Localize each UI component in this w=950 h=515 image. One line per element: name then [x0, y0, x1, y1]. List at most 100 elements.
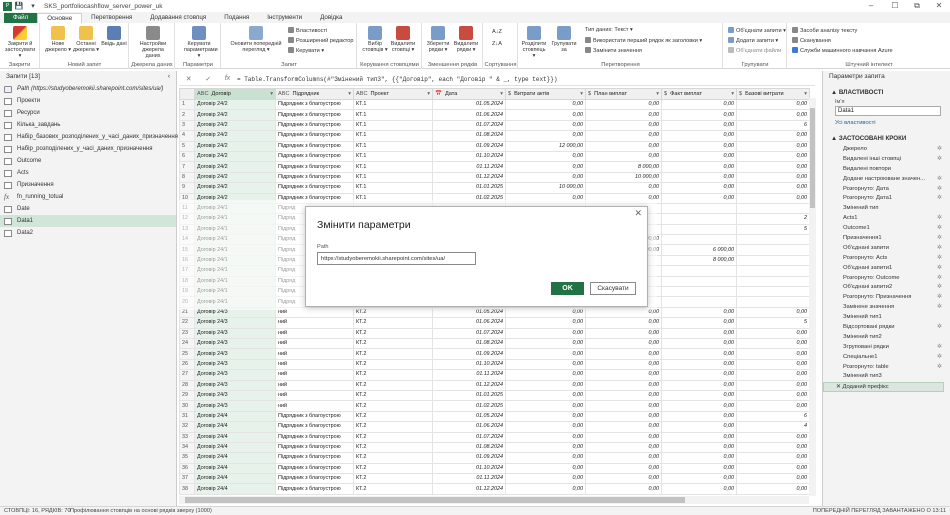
- sort-ascending-icon[interactable]: A↓Z: [492, 29, 502, 36]
- query-item[interactable]: Data2: [0, 227, 176, 239]
- table-row[interactable]: 32 Договір 24/4 Підрядник з благоустрою КТ.…: [179, 421, 810, 433]
- table-cell[interactable]: КТ.1: [353, 119, 433, 132]
- query-item[interactable]: Набір_базових_розподілених_у_часі_даних_…: [0, 131, 178, 143]
- table-cell[interactable]: 0,00: [505, 369, 586, 381]
- table-cell[interactable]: 0,00: [736, 192, 810, 204]
- table-cell[interactable]: Договір 24/4: [194, 431, 276, 443]
- table-cell[interactable]: 0,00: [661, 130, 737, 142]
- step-settings-gear-icon[interactable]: ✲: [937, 214, 942, 224]
- table-cell[interactable]: [661, 223, 737, 236]
- text-analytics-button[interactable]: Засоби аналізу тексту: [792, 27, 857, 35]
- table-cell[interactable]: 0,00: [505, 421, 586, 433]
- table-cell[interactable]: Договір 24/3: [194, 337, 276, 350]
- table-cell[interactable]: КТ.2: [353, 483, 433, 495]
- table-cell[interactable]: 0,00: [736, 140, 810, 152]
- table-cell[interactable]: 01.09.2024: [432, 348, 506, 360]
- table-cell[interactable]: 01.09.2024: [432, 452, 506, 464]
- column-type-icon[interactable]: ABC: [197, 91, 209, 97]
- table-cell[interactable]: 01.08.2024: [432, 337, 506, 350]
- table-cell[interactable]: 0,00: [585, 182, 662, 194]
- table-cell[interactable]: 8 000,00: [661, 254, 737, 267]
- table-cell[interactable]: 0,00: [585, 130, 662, 142]
- table-cell[interactable]: Договір 24/3: [194, 358, 276, 371]
- manage-parameters-button[interactable]: Керувати параметрами ▾: [184, 26, 218, 59]
- table-cell[interactable]: 0,00: [661, 441, 737, 454]
- query-item[interactable]: Path (https://studyoberemokii.sharepoint…: [0, 83, 176, 95]
- table-row[interactable]: 23 Договір 24/3 ний КТ.2 01.07.2024 0,00 0,00 0…: [179, 327, 810, 340]
- table-cell[interactable]: 01.11.2024: [432, 161, 506, 173]
- sort-descending-icon[interactable]: Z↓A: [492, 41, 502, 48]
- tab-file[interactable]: Файл: [4, 13, 38, 23]
- maximize-icon[interactable]: ☐: [884, 0, 906, 12]
- applied-step[interactable]: Призначення1 ✲: [823, 234, 944, 244]
- table-cell[interactable]: Договір 24/4: [194, 441, 276, 454]
- table-cell[interactable]: 0,00: [505, 348, 586, 360]
- column-header[interactable]: ABC Проект ▾: [353, 88, 433, 100]
- table-cell[interactable]: Підрядник з благоустрою: [275, 161, 354, 173]
- applied-step[interactable]: Об'єднані запити1 ✲: [823, 264, 944, 274]
- table-cell[interactable]: КТ.2: [353, 369, 433, 381]
- table-cell[interactable]: Договір 24/2: [194, 130, 276, 142]
- step-settings-gear-icon[interactable]: ✲: [937, 363, 942, 373]
- table-cell[interactable]: 0,00: [736, 452, 810, 464]
- properties-button[interactable]: Властивості: [288, 27, 327, 35]
- path-input[interactable]: https://studyoberemokii.sharepoint.com/s…: [317, 252, 476, 265]
- table-cell[interactable]: Договір 24/3: [194, 327, 276, 340]
- table-cell[interactable]: Підрядник з благоустрою: [275, 98, 354, 111]
- advanced-editor-button[interactable]: Розширений редактор: [288, 37, 354, 45]
- refresh-preview-button[interactable]: Оновити попередній перегляд ▾: [226, 26, 286, 53]
- table-cell[interactable]: КТ.2: [353, 389, 433, 402]
- table-cell[interactable]: 0,00: [505, 379, 586, 391]
- table-cell[interactable]: 0,00: [505, 483, 586, 495]
- table-cell[interactable]: 0,00: [505, 358, 586, 371]
- table-cell[interactable]: 0,00: [736, 441, 810, 454]
- table-cell[interactable]: Договір 24/2: [194, 109, 276, 121]
- column-filter-icon[interactable]: ▾: [580, 91, 583, 97]
- table-cell[interactable]: [736, 244, 810, 256]
- query-item[interactable]: fx fn_running_totual: [0, 191, 176, 203]
- table-row[interactable]: 37 Договір 24/4 Підрядник з благоустрою КТ.…: [179, 473, 810, 485]
- table-cell[interactable]: 01.06.2024: [432, 317, 506, 329]
- close-icon[interactable]: ✕: [928, 0, 950, 12]
- table-cell[interactable]: 0,00: [736, 389, 810, 402]
- applied-step[interactable]: Розгорнуто: Дата ✲: [823, 185, 944, 195]
- table-cell[interactable]: [661, 286, 737, 298]
- table-cell[interactable]: 0,00: [661, 182, 737, 194]
- table-cell[interactable]: 0,00: [661, 483, 737, 495]
- table-cell[interactable]: 01.01.2025: [432, 389, 506, 402]
- table-cell[interactable]: [661, 265, 737, 277]
- table-cell[interactable]: Договір 24/2: [194, 182, 276, 194]
- table-cell[interactable]: Підрядник з благоустрою: [275, 171, 354, 184]
- applied-step[interactable]: Розгорнуто: Outcome ✲: [823, 274, 944, 284]
- table-cell[interactable]: 0,00: [505, 317, 586, 329]
- column-filter-icon[interactable]: ▾: [656, 91, 659, 97]
- applied-step[interactable]: Розгорнуто: Дата1 ✲: [823, 194, 944, 204]
- table-cell[interactable]: Договір 24/4: [194, 410, 276, 423]
- table-cell[interactable]: 0,00: [661, 421, 737, 433]
- step-settings-gear-icon[interactable]: ✲: [937, 274, 942, 284]
- table-cell[interactable]: КТ.1: [353, 171, 433, 184]
- table-cell[interactable]: 01.05.2024: [432, 410, 506, 423]
- table-cell[interactable]: 01.07.2024: [432, 327, 506, 340]
- step-settings-gear-icon[interactable]: ✲: [937, 293, 942, 303]
- table-cell[interactable]: 0,00: [661, 379, 737, 391]
- table-cell[interactable]: ний: [275, 389, 354, 402]
- table-cell[interactable]: КТ.2: [353, 452, 433, 464]
- table-cell[interactable]: 0,00: [585, 483, 662, 495]
- table-cell[interactable]: 0,00: [505, 109, 586, 121]
- table-row[interactable]: 33 Договір 24/4 Підрядник з благоустрою КТ.…: [179, 431, 810, 443]
- table-cell[interactable]: Підрядник з благоустрою: [275, 431, 354, 443]
- table-cell[interactable]: 01.06.2024: [432, 421, 506, 433]
- table-row[interactable]: 38 Договір 24/4 Підрядник з благоустрою КТ.…: [179, 483, 810, 495]
- table-row[interactable]: 6 Договір 24/2 Підрядник з благоустрою КТ.1…: [179, 150, 810, 163]
- dialog-close-icon[interactable]: ✕: [634, 208, 642, 219]
- step-settings-gear-icon[interactable]: ✲: [937, 244, 942, 254]
- table-cell[interactable]: 0,00: [585, 358, 662, 371]
- table-cell[interactable]: КТ.1: [353, 130, 433, 142]
- table-cell[interactable]: Підрядник з благоустрою: [275, 473, 354, 485]
- table-cell[interactable]: КТ.2: [353, 327, 433, 340]
- table-cell[interactable]: ний: [275, 379, 354, 391]
- collapse-pane-icon[interactable]: ‹: [168, 71, 170, 83]
- table-cell[interactable]: 0,00: [505, 431, 586, 443]
- table-cell[interactable]: 01.10.2024: [432, 358, 506, 371]
